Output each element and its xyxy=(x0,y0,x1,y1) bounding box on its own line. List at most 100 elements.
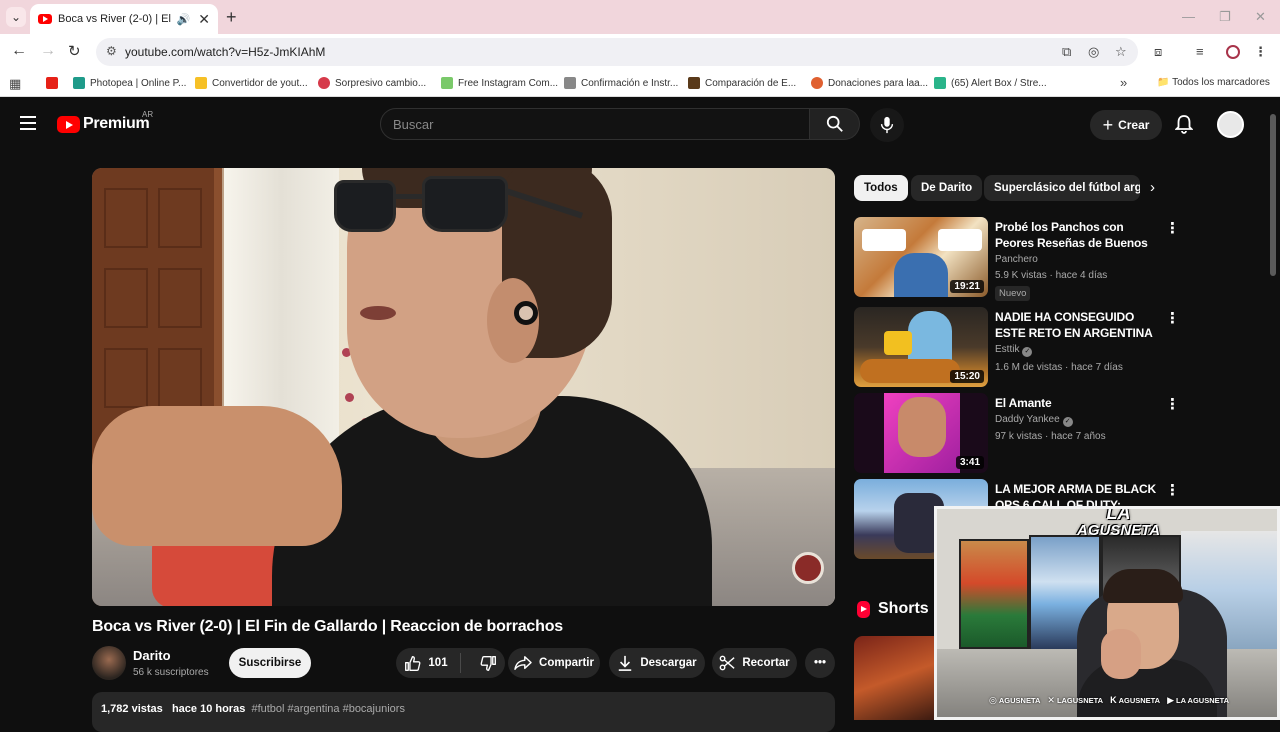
kick-handle: K AGUSNETA xyxy=(1110,695,1161,705)
bookmark-sorpresivo[interactable]: Sorpresivo cambio... xyxy=(318,77,426,89)
account-avatar[interactable] xyxy=(1217,111,1244,138)
video-title: Boca vs River (2-0) | El Fin de Gallardo… xyxy=(92,618,563,635)
short-thumbnail[interactable] xyxy=(854,636,936,720)
shorts-label: Shorts xyxy=(878,600,929,617)
youtube-icon xyxy=(46,77,58,89)
more-options-icon[interactable]: ⋮ xyxy=(1165,221,1180,236)
search-box[interactable] xyxy=(380,108,810,140)
notifications-bell-icon[interactable] xyxy=(1175,114,1193,134)
chevron-right-icon[interactable]: › xyxy=(1150,179,1155,196)
back-arrow-icon[interactable]: ← xyxy=(11,42,27,60)
close-window-icon[interactable]: ✕ xyxy=(1255,9,1266,25)
folder-icon xyxy=(195,77,207,89)
like-button[interactable]: 101 xyxy=(404,653,461,673)
more-options-icon[interactable]: ⋮ xyxy=(1165,483,1180,498)
recommendation-channel[interactable]: Panchero xyxy=(995,254,1038,265)
profile-icon[interactable] xyxy=(1226,45,1240,59)
bookmark-comparacion[interactable]: Comparación de E... xyxy=(688,77,796,89)
download-button[interactable]: Descargar xyxy=(609,648,705,678)
recommendation-channel[interactable]: Esttik ✓ xyxy=(995,344,1033,357)
chip-de-darito[interactable]: De Darito xyxy=(911,175,983,201)
video-duration: 15:20 xyxy=(950,370,984,383)
minimize-icon[interactable]: — xyxy=(1182,9,1195,24)
create-button[interactable]: + Crear xyxy=(1090,110,1162,140)
description-box[interactable]: 1,782 vistas hace 10 horas #futbol #arge… xyxy=(92,692,835,732)
search-input[interactable] xyxy=(393,117,793,132)
bookmark-donaciones[interactable]: Donaciones para laa... xyxy=(811,77,928,89)
thumbs-down-icon xyxy=(480,655,496,671)
video-thumbnail[interactable]: 19:21 xyxy=(854,217,988,297)
clip-label: Recortar xyxy=(742,657,790,669)
hamburger-menu-icon[interactable] xyxy=(20,116,36,130)
restore-icon[interactable]: ❐ xyxy=(1219,9,1231,25)
streamlabs-icon xyxy=(934,77,946,89)
video-person-arm xyxy=(92,406,342,546)
logo-text: Premium xyxy=(83,115,150,132)
bookmark-star-icon[interactable]: ☆ xyxy=(1115,44,1127,60)
bookmark-alertbox[interactable]: (65) Alert Box / Stre... xyxy=(934,77,1047,89)
x-handle: ✕ LAGUSNETA xyxy=(1047,695,1104,705)
recommendation-item[interactable]: 15:20 NADIE HA CONSEGUIDO ESTE RETO EN A… xyxy=(854,307,1184,389)
bookmarks-overflow-icon[interactable]: » xyxy=(1120,75,1127,90)
video-person-ear-plug xyxy=(514,301,538,325)
share-button[interactable]: Compartir xyxy=(508,648,600,678)
tab-close-icon[interactable]: ✕ xyxy=(198,11,210,28)
video-thumbnail[interactable]: 15:20 xyxy=(854,307,988,387)
recommendation-meta: 1.6 M de vistas · hace 7 días xyxy=(995,362,1123,373)
subscribe-button[interactable]: Suscribirse xyxy=(229,648,311,678)
channel-watermark-icon[interactable] xyxy=(792,552,824,584)
forward-arrow-icon[interactable]: → xyxy=(40,42,56,60)
reload-icon[interactable]: ↻ xyxy=(68,42,81,60)
youtube-logo-icon xyxy=(57,115,80,133)
youtube-premium-logo[interactable]: Premium xyxy=(57,115,150,133)
bookmark-photopea[interactable]: Photopea | Online P... xyxy=(73,77,186,89)
bookmark-youtube[interactable] xyxy=(46,77,63,89)
cast-icon[interactable]: ⧉ xyxy=(1062,44,1071,60)
kick-icon: K xyxy=(1110,695,1117,705)
url-text[interactable]: youtube.com/watch?v=H5z-JmKIAhM xyxy=(125,45,325,59)
thumbnail-person xyxy=(898,397,946,457)
address-bar[interactable]: ⚙ youtube.com/watch?v=H5z-JmKIAhM ⧉ ◎ ☆ xyxy=(96,38,1138,66)
chip-superclasico[interactable]: Superclásico del fútbol argentino xyxy=(984,175,1140,201)
search-icon xyxy=(826,115,843,132)
dislike-button[interactable] xyxy=(468,655,497,672)
all-bookmarks-folder[interactable]: 📁 Todos los marcadores xyxy=(1157,77,1270,88)
more-actions-button[interactable]: ••• xyxy=(805,648,835,678)
recommendation-title: Probé los Panchos con Peores Reseñas de … xyxy=(995,220,1148,253)
youtube-handle: ▶ LA AGUSNETA xyxy=(1167,695,1230,705)
recommendation-item[interactable]: 19:21 Probé los Panchos con Peores Reseñ… xyxy=(854,217,1184,301)
channel-avatar[interactable] xyxy=(92,646,126,680)
site-settings-icon[interactable]: ⚙ xyxy=(106,44,117,58)
bookmark-instagram[interactable]: Free Instagram Com... xyxy=(441,77,558,89)
media-control-icon[interactable]: ≡ xyxy=(1196,44,1204,59)
recommendation-item[interactable]: 3:41 El Amante Daddy Yankee ✓ 97 k vistas… xyxy=(854,393,1184,475)
recommendation-meta: 5.9 K vistas · hace 4 días xyxy=(995,270,1108,281)
recommendation-channel[interactable]: Daddy Yankee ✓ xyxy=(995,414,1073,427)
thumbnail-person xyxy=(894,253,948,297)
video-thumbnail[interactable]: 3:41 xyxy=(854,393,988,473)
new-tab-button[interactable]: + xyxy=(226,7,237,28)
extensions-icon[interactable]: ⧈ xyxy=(1154,44,1162,60)
voice-search-button[interactable] xyxy=(870,108,904,142)
speaker-icon[interactable]: 🔊 xyxy=(177,13,191,26)
video-player[interactable] xyxy=(92,168,835,606)
bookmark-convertidor[interactable]: Convertidor de yout... xyxy=(195,77,308,89)
more-options-icon[interactable]: ⋮ xyxy=(1165,311,1180,326)
thumbnail-burgers xyxy=(860,359,960,383)
donation-icon xyxy=(811,77,823,89)
chrome-menu-icon[interactable]: ⋮ xyxy=(1254,44,1267,60)
browser-tab-active[interactable]: Boca vs River (2-0) | El Fin de Gallardo… xyxy=(30,4,218,34)
hashtags[interactable]: #futbol #argentina #bocajuniors xyxy=(251,703,405,715)
recommendation-title: NADIE HA CONSEGUIDO ESTE RETO EN ARGENTI… xyxy=(995,310,1153,343)
chip-todos[interactable]: Todos xyxy=(854,175,908,201)
bookmark-confirmacion[interactable]: Confirmación e Instr... xyxy=(564,77,678,89)
like-count: 101 xyxy=(428,657,448,669)
search-button[interactable] xyxy=(810,108,860,140)
page-scrollbar[interactable] xyxy=(1270,114,1276,276)
apps-grid-icon[interactable]: ▦ xyxy=(9,76,21,92)
clip-button[interactable]: Recortar xyxy=(712,648,797,678)
tab-search-button[interactable]: ⌄ xyxy=(6,7,26,27)
eye-off-icon[interactable]: ◎ xyxy=(1088,44,1099,60)
channel-name[interactable]: Darito xyxy=(133,648,171,663)
more-options-icon[interactable]: ⋮ xyxy=(1165,397,1180,412)
